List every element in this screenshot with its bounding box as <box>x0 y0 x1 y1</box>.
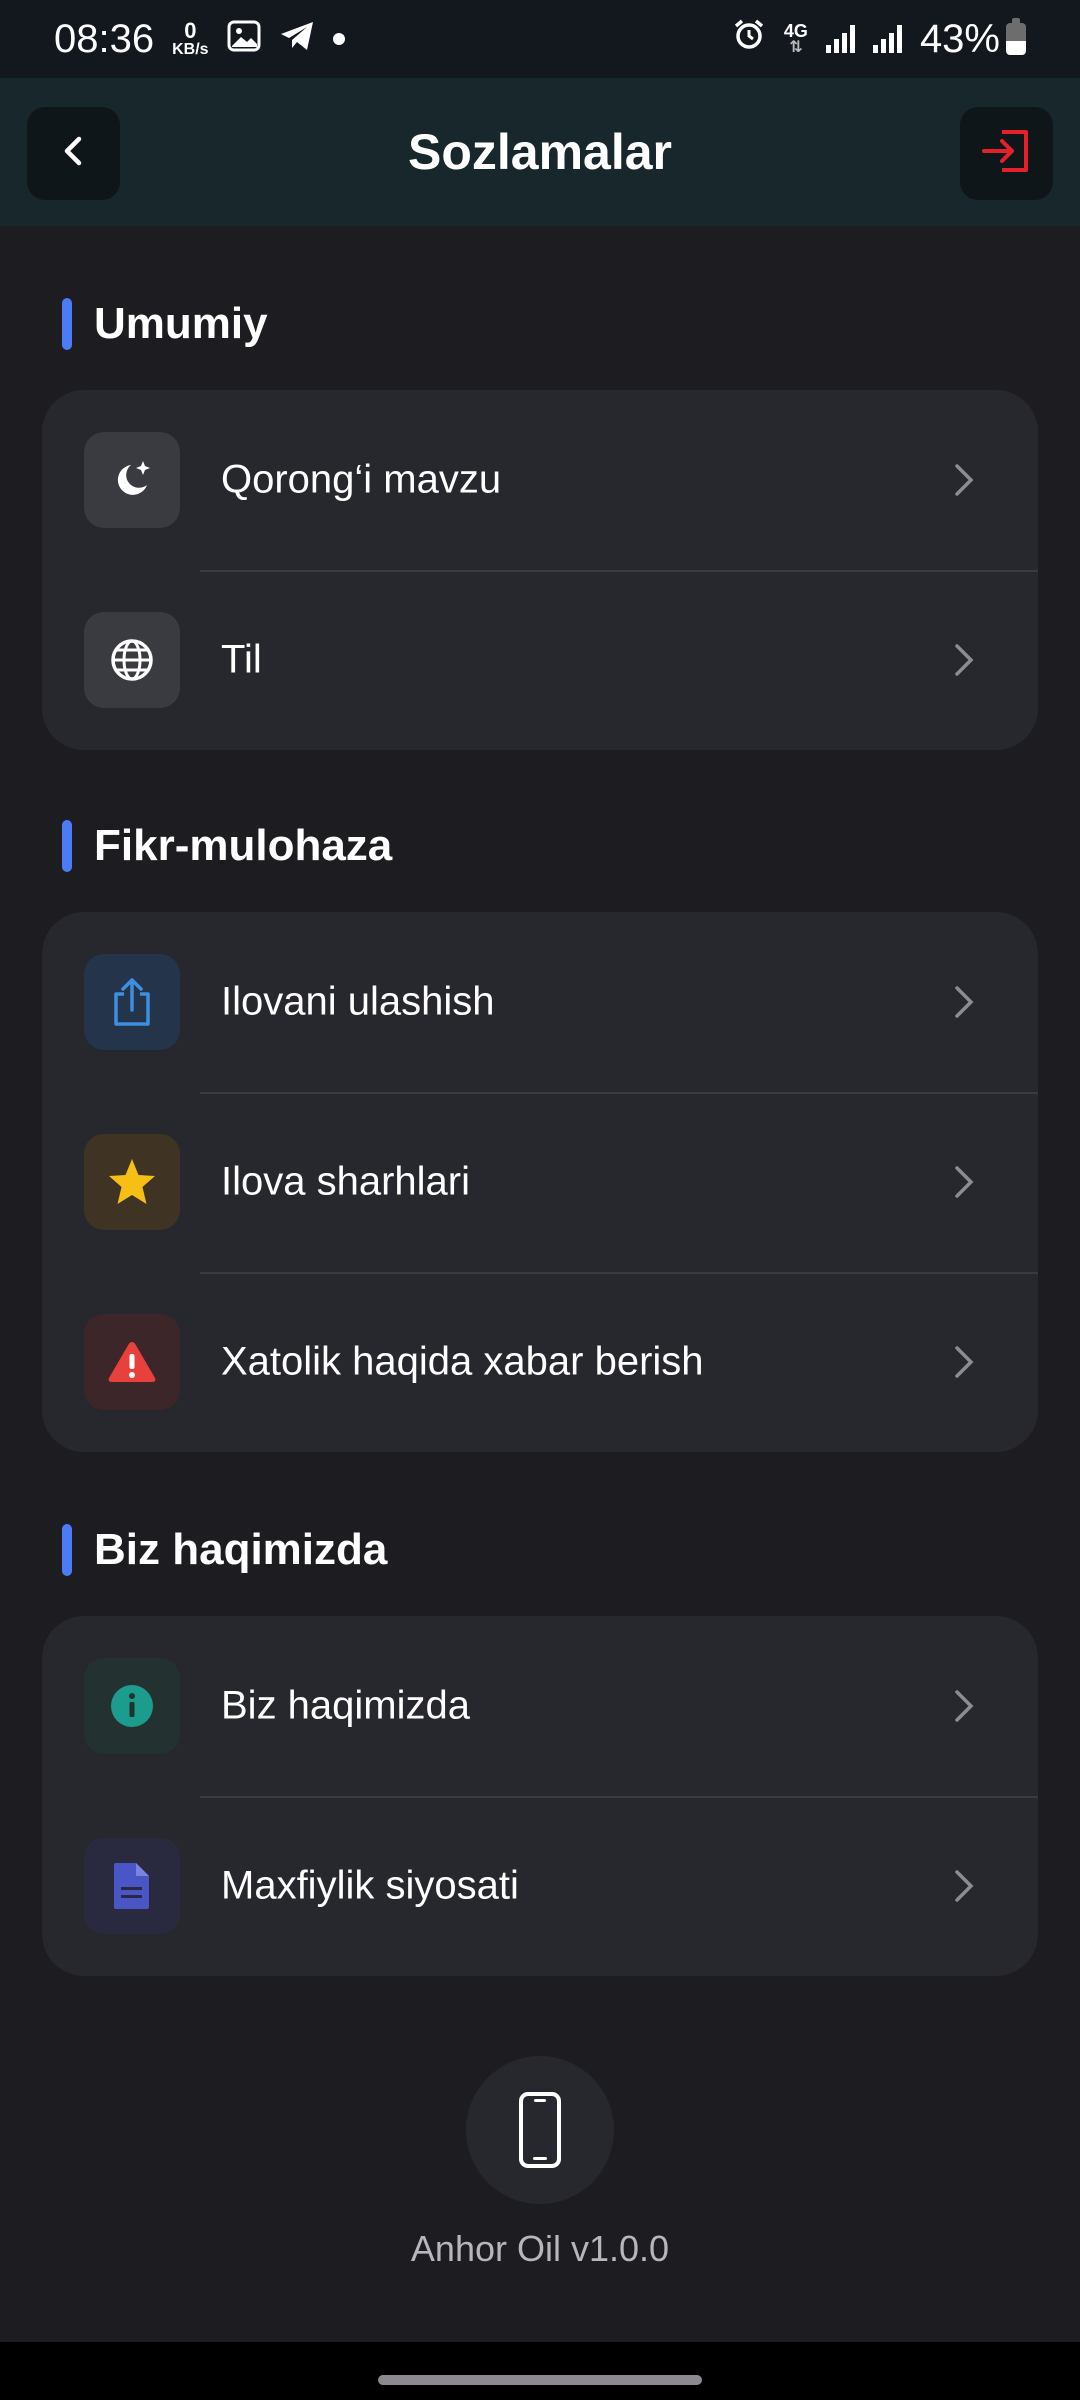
warning-icon <box>84 1314 180 1410</box>
section-title-feedback: Fikr-mulohaza <box>62 820 392 872</box>
alarm-icon <box>732 17 766 62</box>
logout-button[interactable] <box>960 107 1053 200</box>
section-title-text: Fikr-mulohaza <box>94 821 393 870</box>
net-speed: 0 KB/s <box>172 20 208 58</box>
settings-item-about-us[interactable]: Biz haqimizda <box>42 1616 1038 1796</box>
system-nav-bar <box>0 2342 1080 2400</box>
section-title-text: Umumiy <box>94 299 268 348</box>
battery-icon <box>1006 18 1026 55</box>
settings-item-language[interactable]: Til <box>42 570 1038 750</box>
telegram-icon <box>279 17 315 62</box>
battery-percent: 43% <box>919 16 1000 61</box>
chevron-left-icon <box>54 131 94 176</box>
settings-card-about: Biz haqimizda Maxfiylik siyosati <box>42 1616 1038 1976</box>
settings-item-label: Til <box>221 637 262 682</box>
moon-stars-icon <box>84 432 180 528</box>
settings-item-share-app[interactable]: Ilovani ulashish <box>42 912 1038 1092</box>
smartphone-icon <box>466 2056 614 2204</box>
net-speed-value: 0 <box>184 18 197 43</box>
section-accent-bar <box>62 298 72 350</box>
gallery-icon <box>227 17 261 62</box>
settings-item-label: Xatolik haqida xabar berish <box>221 1339 704 1384</box>
section-accent-bar <box>62 1524 72 1576</box>
chevron-right-icon <box>942 1160 986 1204</box>
share-icon <box>84 954 180 1050</box>
globe-icon <box>84 612 180 708</box>
signal-icon-1 <box>825 25 855 53</box>
settings-item-dark-theme[interactable]: Qorong‘i mavzu <box>42 390 1038 570</box>
status-bar: 08:36 0 KB/s 4G ⇅ 43% <box>0 0 1080 78</box>
status-time: 08:36 <box>54 16 155 61</box>
section-title-about: Biz haqimizda <box>62 1524 387 1576</box>
network-type-label: 4G <box>783 21 808 41</box>
section-accent-bar <box>62 820 72 872</box>
page-title: Sozlamalar <box>407 124 672 180</box>
info-icon <box>84 1658 180 1754</box>
app-version: Anhor Oil v1.0.0 <box>410 2228 670 2269</box>
back-button[interactable] <box>27 107 120 200</box>
document-icon <box>84 1838 180 1934</box>
home-gesture-handle[interactable] <box>378 2375 702 2385</box>
status-right: 4G ⇅ 43% <box>732 17 1026 62</box>
settings-item-label: Qorong‘i mavzu <box>221 457 502 502</box>
notification-dot-icon <box>332 33 345 45</box>
app-bar: Sozlamalar <box>0 78 1080 226</box>
settings-item-label: Ilovani ulashish <box>221 979 495 1024</box>
logout-icon <box>980 128 1034 179</box>
battery-status: 43% <box>920 17 1026 62</box>
chevron-right-icon <box>942 1864 986 1908</box>
net-speed-unit: KB/s <box>172 41 209 58</box>
settings-card-feedback: Ilovani ulashish Ilova sharhlari Xatolik… <box>42 912 1038 1452</box>
network-type: 4G ⇅ <box>784 22 808 56</box>
settings-item-label: Maxfiylik siyosati <box>221 1863 519 1908</box>
settings-item-app-reviews[interactable]: Ilova sharhlari <box>42 1092 1038 1272</box>
status-left: 08:36 0 KB/s <box>54 17 345 62</box>
settings-item-label: Biz haqimizda <box>221 1683 471 1728</box>
settings-card-general: Qorong‘i mavzu Til <box>42 390 1038 750</box>
chevron-right-icon <box>942 638 986 682</box>
chevron-right-icon <box>942 1340 986 1384</box>
settings-item-label: Ilova sharhlari <box>221 1159 471 1204</box>
star-icon <box>84 1134 180 1230</box>
settings-item-privacy-policy[interactable]: Maxfiylik siyosati <box>42 1796 1038 1976</box>
section-title-text: Biz haqimizda <box>94 1525 388 1574</box>
signal-icon-2 <box>872 25 902 53</box>
data-arrows-icon: ⇅ <box>789 39 803 56</box>
chevron-right-icon <box>942 1684 986 1728</box>
settings-item-report-bug[interactable]: Xatolik haqida xabar berish <box>42 1272 1038 1452</box>
chevron-right-icon <box>942 458 986 502</box>
section-title-general: Umumiy <box>62 298 268 350</box>
chevron-right-icon <box>942 980 986 1024</box>
